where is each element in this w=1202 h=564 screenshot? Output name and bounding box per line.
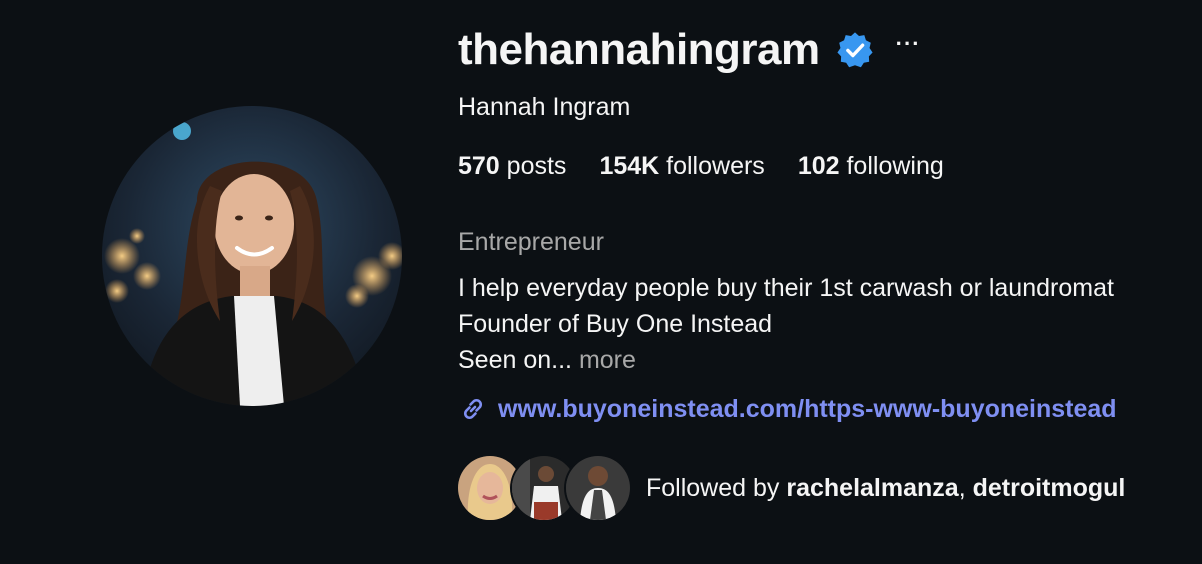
profile-header: thehannahingram ··· Hannah Ingram 570 po… [0, 0, 1202, 564]
verified-badge-icon [836, 31, 874, 69]
profile-photo [102, 106, 402, 406]
profile-link-text[interactable]: www.buyoneinstead.com/https-www-buyonein… [498, 392, 1117, 426]
followed-by-separator: , [958, 474, 966, 502]
bio-more-button[interactable]: more [579, 346, 636, 374]
following-count: 102 [797, 152, 840, 180]
followed-by[interactable]: Followed by rachelalmanza, detroitmogul [458, 456, 1125, 520]
profile-info: thehannahingram ··· Hannah Ingram 570 po… [458, 0, 1202, 564]
followed-by-user-1[interactable]: rachelalmanza [786, 474, 958, 502]
mutual-avatars [458, 456, 630, 520]
profile-stats: 570 posts 154K followers 102 following [458, 150, 944, 182]
profile-avatar[interactable] [102, 106, 402, 406]
username-row: thehannahingram ··· [458, 24, 921, 76]
bio-line-1: I help everyday people buy their 1st car… [458, 274, 1114, 302]
following-label: following [846, 152, 944, 180]
more-options-icon[interactable]: ··· [896, 33, 921, 55]
mutual-avatar [566, 456, 630, 520]
profile-category: Entrepreneur [458, 228, 604, 256]
posts-label: posts [506, 152, 567, 180]
followers-stat[interactable]: 154K followers [599, 150, 764, 182]
bio-line-3-text: Seen on... [458, 346, 572, 374]
followers-count: 154K [599, 152, 660, 180]
bio-line-3: Seen on... more [458, 342, 1114, 378]
following-stat[interactable]: 102 following [798, 150, 944, 182]
followed-by-prefix: Followed by [646, 474, 780, 502]
followers-label: followers [666, 152, 765, 180]
followed-by-user-2[interactable]: detroitmogul [973, 474, 1126, 502]
posts-count: 570 [458, 152, 500, 180]
full-name: Hannah Ingram [458, 93, 631, 121]
username: thehannahingram [458, 25, 820, 74]
link-icon [458, 394, 488, 424]
bio-line-2: Founder of Buy One Instead [458, 310, 773, 338]
posts-stat: 570 posts [458, 150, 566, 182]
profile-bio: I help everyday people buy their 1st car… [458, 270, 1114, 378]
followed-by-text: Followed by rachelalmanza, detroitmogul [646, 471, 1125, 505]
profile-link[interactable]: www.buyoneinstead.com/https-www-buyonein… [458, 392, 1117, 426]
